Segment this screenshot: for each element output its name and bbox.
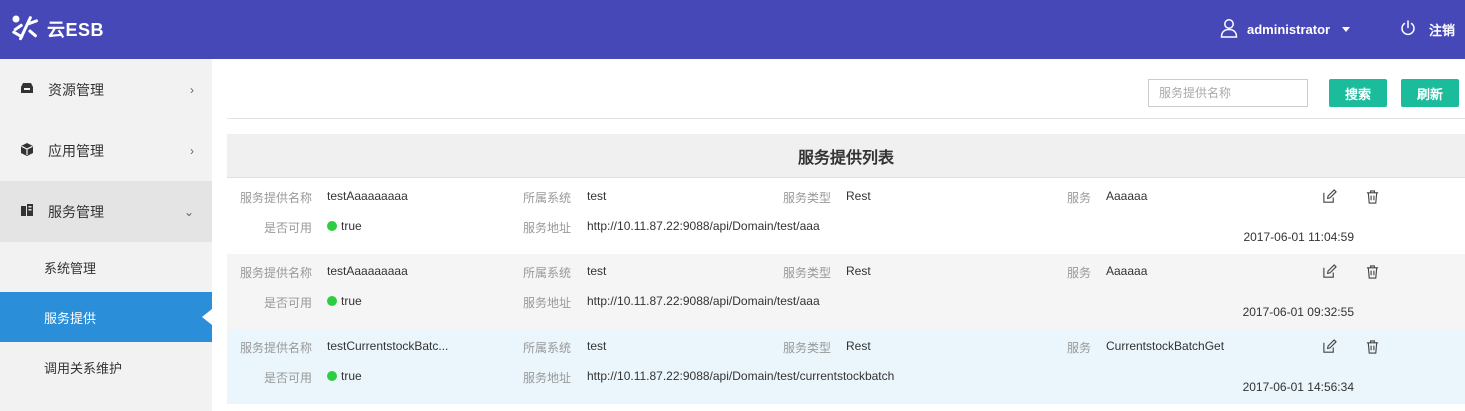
chevron-down-icon: ⌄ (183, 205, 194, 219)
available-value: true (327, 369, 362, 383)
address-label: 服务地址 (523, 296, 572, 310)
menu-label: 资源管理 (48, 81, 104, 98)
delete-icon[interactable] (1365, 189, 1381, 205)
system-value: test (587, 339, 607, 353)
type-value: Rest (846, 264, 871, 278)
name-value: testCurrentstockBatc... (327, 339, 449, 353)
edit-icon[interactable] (1322, 264, 1338, 280)
name-label: 服务提供名称 (240, 266, 313, 280)
available-text: true (341, 294, 362, 308)
menu-label: 应用管理 (48, 142, 104, 159)
logout-button[interactable]: 注销 (1400, 18, 1455, 40)
type-label: 服务类型 (783, 266, 832, 280)
timestamp: 2017-06-01 14:56:34 (1242, 380, 1354, 394)
toolbar: 搜索 刷新 (227, 59, 1465, 119)
name-value: testAaaaaaaaa (327, 189, 408, 203)
power-icon (1400, 19, 1429, 39)
user-icon (1220, 18, 1247, 41)
top-bar: 云ESB administrator 注销 (0, 0, 1465, 59)
search-button[interactable]: 搜索 (1329, 79, 1387, 107)
chevron-right-icon: › (190, 144, 194, 158)
edit-icon[interactable] (1322, 339, 1338, 355)
delete-icon[interactable] (1365, 264, 1381, 280)
type-value: Rest (846, 189, 871, 203)
address-label: 服务地址 (523, 371, 572, 385)
name-label: 服务提供名称 (240, 191, 313, 205)
delete-icon[interactable] (1365, 339, 1381, 355)
list-title: 服务提供列表 (227, 134, 1465, 178)
menu-resource-management[interactable]: 资源管理 › (0, 59, 212, 120)
menu-service-management[interactable]: 服务管理 ⌄ (0, 181, 212, 242)
main-content: 搜索 刷新 服务提供列表 服务提供名称 testAaaaaaaaa 所属系统 t… (227, 59, 1465, 411)
submenu-service-provision[interactable]: 服务提供 (0, 292, 212, 342)
system-label: 所属系统 (523, 341, 572, 355)
timestamp: 2017-06-01 09:32:55 (1242, 305, 1354, 319)
username: administrator (1247, 21, 1331, 37)
menu-label: 服务管理 (48, 203, 104, 220)
address-value: http://10.11.87.22:9088/api/Domain/test/… (587, 294, 820, 308)
available-text: true (341, 369, 362, 383)
service-label: 服务 (1067, 191, 1092, 205)
service-value: Aaaaaa (1106, 189, 1148, 203)
logo-icon (10, 13, 40, 46)
system-value: test (587, 189, 607, 203)
address-label: 服务地址 (523, 221, 572, 235)
service-value: CurrentstockBatchGet (1106, 339, 1225, 353)
system-label: 所属系统 (523, 266, 572, 280)
list-item: 服务提供名称 testCurrentstockBatc... 所属系统 test… (227, 329, 1465, 404)
system-value: test (587, 264, 607, 278)
caret-down-icon (1342, 26, 1351, 32)
app-logo[interactable]: 云ESB (10, 14, 104, 44)
user-menu[interactable]: administrator (1220, 18, 1351, 41)
service-label: 服务 (1067, 341, 1092, 355)
type-label: 服务类型 (783, 341, 832, 355)
status-dot-icon (327, 296, 337, 306)
status-dot-icon (327, 221, 337, 231)
service-label: 服务 (1067, 266, 1092, 280)
status-dot-icon (327, 371, 337, 381)
cube-icon (20, 142, 48, 159)
logout-label: 注销 (1429, 22, 1456, 38)
search-input[interactable] (1148, 79, 1308, 107)
available-value: true (327, 219, 362, 233)
name-value: testAaaaaaaaa (327, 264, 408, 278)
available-label: 是否可用 (264, 371, 313, 385)
name-label: 服务提供名称 (240, 341, 313, 355)
available-label: 是否可用 (264, 221, 313, 235)
type-label: 服务类型 (783, 191, 832, 205)
submenu-call-relation-maintenance[interactable]: 调用关系维护 (0, 342, 212, 392)
timestamp: 2017-06-01 11:04:59 (1243, 230, 1354, 244)
submenu-label: 服务提供 (44, 310, 97, 326)
type-value: Rest (846, 339, 871, 353)
available-value: true (327, 294, 362, 308)
service-value: Aaaaaa (1106, 264, 1148, 278)
address-value: http://10.11.87.22:9088/api/Domain/test/… (587, 219, 820, 233)
menu-application-management[interactable]: 应用管理 › (0, 120, 212, 181)
submenu-system-management[interactable]: 系统管理 (0, 242, 212, 292)
edit-icon[interactable] (1322, 189, 1338, 205)
available-text: true (341, 219, 362, 233)
box-icon (20, 81, 48, 98)
chevron-right-icon: › (190, 83, 194, 97)
address-value: http://10.11.87.22:9088/api/Domain/test/… (587, 369, 895, 383)
list-item: 服务提供名称 testAaaaaaaaa 所属系统 test 服务类型 Rest… (227, 179, 1465, 254)
submenu-label: 调用关系维护 (44, 360, 123, 376)
refresh-button[interactable]: 刷新 (1401, 79, 1459, 107)
available-label: 是否可用 (264, 296, 313, 310)
list-item: 服务提供名称 testAaaaaaaaa 所属系统 test 服务类型 Rest… (227, 254, 1465, 329)
sidebar: 资源管理 › 应用管理 › 服务管理 ⌄ 系统管理 服务提供 调用关系维护 (0, 59, 212, 411)
logo-text: 云ESB (47, 20, 105, 40)
system-label: 所属系统 (523, 191, 572, 205)
submenu-label: 系统管理 (44, 260, 97, 276)
server-icon (20, 203, 48, 220)
